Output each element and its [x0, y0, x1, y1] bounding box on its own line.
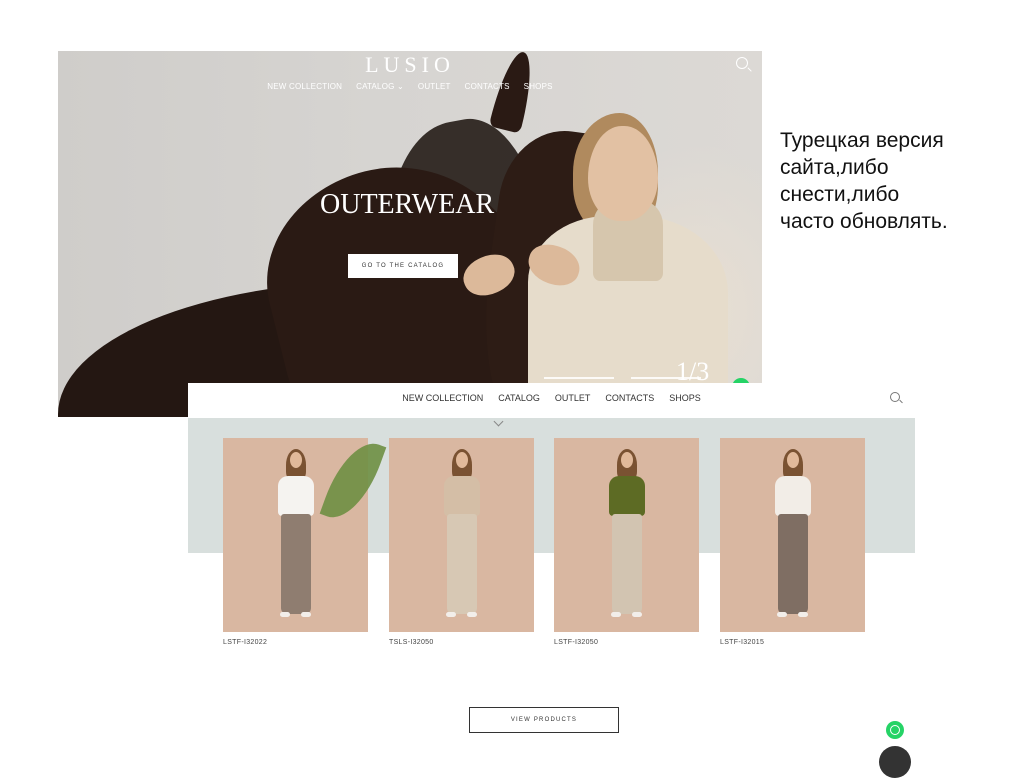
catalog-section: NEW COLLECTION CATALOG OUTLET CONTACTS S…	[188, 383, 915, 753]
search-icon[interactable]	[890, 392, 900, 402]
product-sku[interactable]: LSTF-I32022	[223, 639, 368, 646]
nav-item-new-collection[interactable]: NEW COLLECTION	[402, 393, 483, 403]
product-sku[interactable]: LSTF-I32050	[554, 639, 699, 646]
product-trousers	[280, 514, 311, 614]
product-card[interactable]: TSLS-I32050	[389, 438, 534, 646]
nav-item-outlet[interactable]: OUTLET	[555, 393, 591, 403]
nav-item-contacts[interactable]: CONTACTS	[465, 82, 510, 91]
product-trousers	[446, 514, 477, 614]
view-products-button[interactable]: VIEW PRODUCTS	[469, 707, 619, 733]
product-card[interactable]: LSTF-I32015	[720, 438, 865, 646]
product-photo[interactable]	[389, 438, 534, 632]
nav-item-catalog[interactable]: CATALOG ⌄	[356, 82, 404, 91]
product-top-garment	[277, 476, 314, 516]
slide-note-text: Турецкая версия сайта,либо снести,либо ч…	[780, 129, 948, 233]
product-trousers	[777, 514, 808, 614]
product-photo[interactable]	[720, 438, 865, 632]
hero-nav: NEW COLLECTION CATALOG ⌄ OUTLET CONTACTS…	[58, 82, 762, 91]
nav-item-contacts[interactable]: CONTACTS	[605, 393, 654, 403]
model-image-face	[588, 126, 658, 221]
product-top-garment	[443, 476, 480, 516]
product-top-garment	[608, 476, 645, 516]
brand-logo[interactable]: LUSIO	[58, 52, 762, 78]
product-top-garment	[774, 476, 811, 516]
product-photo[interactable]	[554, 438, 699, 632]
slider-progress-line[interactable]	[544, 377, 614, 379]
product-sku[interactable]: TSLS-I32050	[389, 639, 534, 646]
hero-headline: OUTERWEAR	[320, 189, 495, 220]
nav-item-catalog[interactable]: CATALOG	[498, 393, 540, 403]
nav-item-shops[interactable]: SHOPS	[524, 82, 553, 91]
product-trousers	[611, 514, 642, 614]
nav-item-new-collection[interactable]: NEW COLLECTION	[267, 82, 342, 91]
hero-banner: LUSIO NEW COLLECTION CATALOG ⌄ OUTLET CO…	[58, 51, 762, 417]
whatsapp-icon[interactable]	[886, 721, 904, 739]
catalog-nav: NEW COLLECTION CATALOG OUTLET CONTACTS S…	[188, 393, 915, 403]
nav-item-outlet[interactable]: OUTLET	[418, 82, 451, 91]
search-icon[interactable]	[736, 57, 748, 69]
go-to-catalog-button[interactable]: GO TO THE CATALOG	[348, 254, 458, 278]
nav-item-shops[interactable]: SHOPS	[669, 393, 701, 403]
chat-icon[interactable]	[879, 746, 911, 778]
product-card[interactable]: LSTF-I32050	[554, 438, 699, 646]
product-sku[interactable]: LSTF-I32015	[720, 639, 865, 646]
